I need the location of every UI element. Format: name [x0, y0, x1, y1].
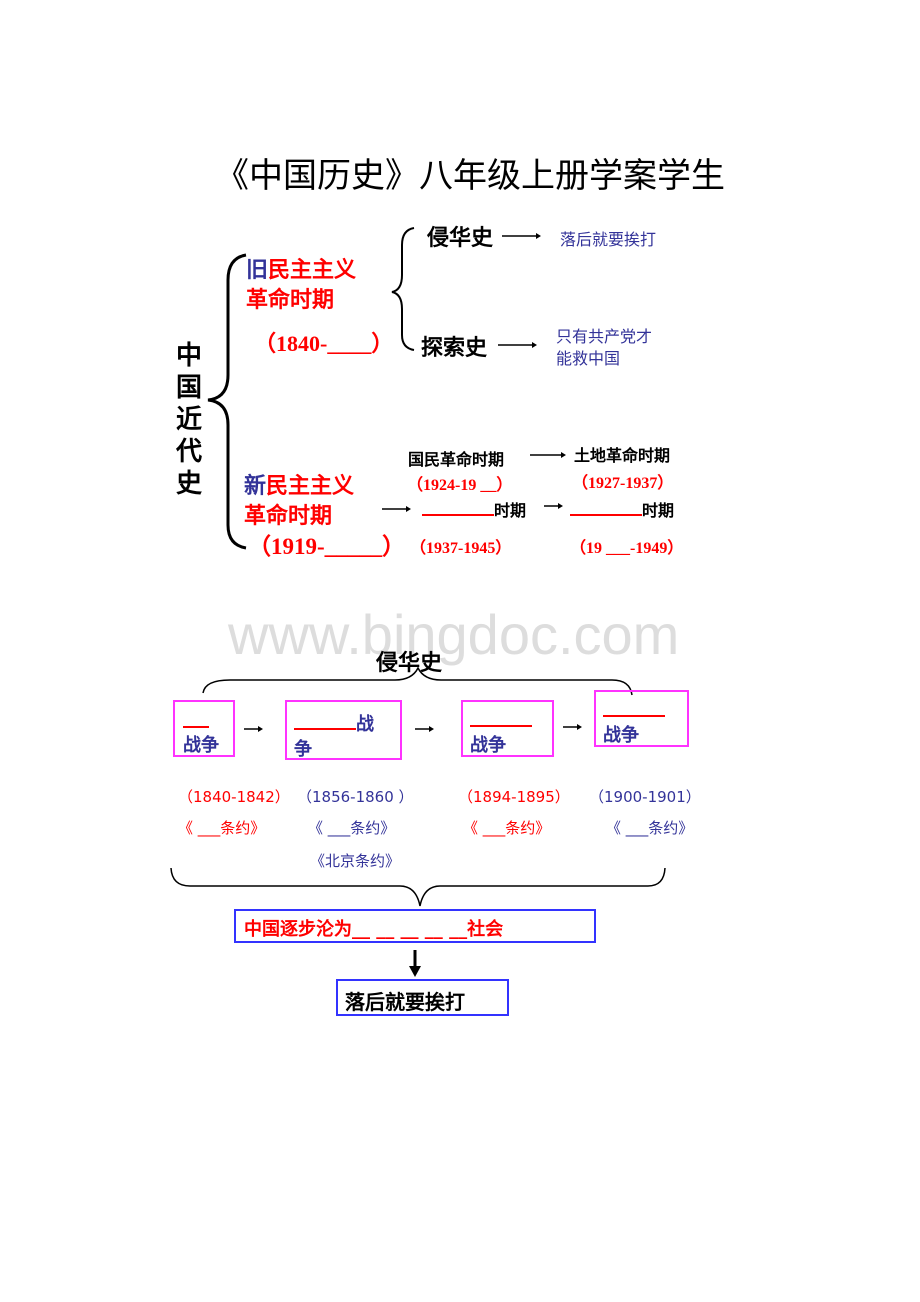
- root-char: 代: [176, 437, 203, 467]
- conclusion-text: 落后就要挨打: [345, 990, 465, 1014]
- new-prefix: 新: [244, 474, 267, 499]
- old-period-line2: 革命时期: [246, 288, 335, 313]
- war-1-treaty: 《 ___条约》: [178, 819, 266, 837]
- war-4-blank[interactable]: [603, 699, 665, 717]
- new-period-years: （1919-_____）: [248, 534, 406, 559]
- war-box-3: 战争: [461, 700, 554, 757]
- new-name: 民主主义: [266, 474, 355, 499]
- war-3-years: （1894-1895）: [458, 788, 570, 806]
- stage-3-blank[interactable]: [422, 498, 494, 516]
- stage-1-years: （1924-19 __）: [407, 477, 513, 494]
- stage-3-suffix: 时期: [494, 501, 527, 520]
- old-period-title: 旧民主主义: [246, 252, 356, 284]
- war-2-years: （1856-1860 ）: [297, 788, 414, 806]
- war-3-blank[interactable]: [470, 709, 532, 727]
- root-char: 近: [176, 405, 203, 435]
- stage-4-blank[interactable]: [570, 498, 642, 516]
- war-2-extra-treaty: 《北京条约》: [310, 852, 401, 870]
- branch-aggression-conclusion: 落后就要挨打: [560, 230, 657, 249]
- war-2-label-a: 战: [294, 710, 374, 736]
- stage-arrow-3: [544, 503, 563, 509]
- war-arrow-1: [244, 726, 263, 732]
- root-label: 中 国 近 代 史: [176, 340, 206, 500]
- conclusion-box: 落后就要挨打: [336, 979, 509, 1016]
- old-name: 民主主义: [268, 258, 357, 283]
- root-char: 史: [176, 469, 203, 499]
- branch-exploration-label: 探索史: [421, 336, 488, 361]
- watermark: www.bingdoc.com: [228, 603, 680, 666]
- war-arrow-3: [563, 724, 582, 730]
- war-2-label-b: 争: [294, 739, 312, 760]
- war-box-4: 战争: [594, 690, 689, 747]
- stage-2-years: （1927-1937）: [572, 475, 674, 492]
- stage-arrow-2: [382, 506, 411, 512]
- result-box: 中国逐步沦为__ __ __ __ __社会: [234, 909, 596, 943]
- war-1-label: 战争: [183, 735, 219, 756]
- war-4-treaty: 《 ___条约》: [606, 819, 694, 837]
- war-box-1: 战争: [173, 700, 235, 757]
- stage-3-years: （1937-1945）: [410, 540, 512, 557]
- branch-arrow-1: [502, 233, 541, 239]
- old-period-brace: [391, 227, 415, 351]
- branch-exploration-conclusion-2: 能救中国: [556, 349, 621, 368]
- page-title: 《中国历史》八年级上册学案学生: [215, 156, 725, 196]
- new-period-line2: 革命时期: [244, 504, 333, 529]
- old-prefix: 旧: [246, 258, 269, 283]
- war-2-blank[interactable]: [294, 710, 356, 730]
- war-2-treaty: 《 ___条约》: [308, 819, 396, 837]
- war-3-label: 战争: [470, 735, 506, 756]
- war-1-blank[interactable]: [183, 710, 209, 728]
- war-box-2: 战 争: [285, 700, 402, 760]
- war-4-years: （1900-1901）: [589, 788, 701, 806]
- stage-3-name: 时期: [422, 497, 526, 521]
- result-text: 中国逐步沦为__ __ __ __ __社会: [244, 919, 504, 940]
- war-3-treaty: 《 ___条约》: [463, 819, 551, 837]
- root-char: 中: [176, 341, 203, 371]
- root-char: 国: [176, 373, 203, 403]
- stage-4-suffix: 时期: [642, 501, 675, 520]
- aggression-header: 侵华史: [376, 651, 443, 676]
- branch-exploration-conclusion-1: 只有共产党才: [556, 327, 653, 346]
- war-4-label: 战争: [603, 725, 639, 746]
- old-period-years: （1840-____）: [254, 331, 394, 356]
- root-brace: [207, 253, 247, 550]
- down-arrow: [409, 950, 421, 977]
- stage-4-name: 时期: [570, 497, 674, 521]
- result-brace: [170, 867, 666, 907]
- war-arrow-2: [415, 726, 434, 732]
- stage-2-name: 土地革命时期: [574, 446, 671, 465]
- stage-4-years: （19 ___-1949）: [570, 540, 684, 557]
- stage-1-name: 国民革命时期: [408, 450, 505, 469]
- war-2-char-a: 战: [356, 714, 374, 735]
- stage-arrow-1: [530, 452, 566, 458]
- branch-aggression-label: 侵华史: [427, 226, 494, 251]
- new-period-title: 新民主主义: [244, 468, 354, 500]
- war-1-years: （1840-1842）: [178, 788, 290, 806]
- branch-arrow-2: [498, 342, 537, 348]
